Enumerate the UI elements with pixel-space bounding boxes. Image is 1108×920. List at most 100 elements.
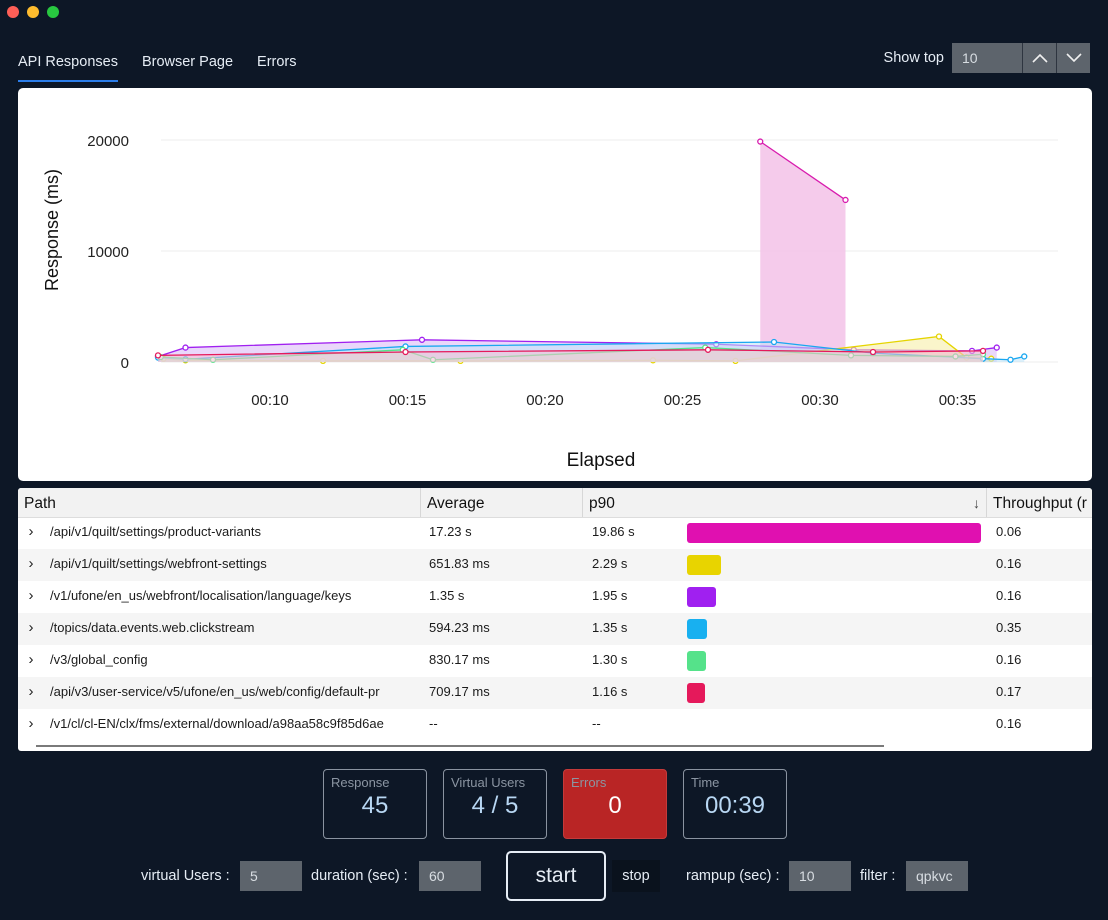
row-average: 830.17 ms — [429, 652, 490, 667]
stat-virtual-users: Virtual Users 4 / 5 — [443, 769, 547, 839]
duration-label: duration (sec) : — [311, 868, 408, 884]
p90-bar — [687, 619, 707, 639]
column-header-average[interactable]: Average — [420, 488, 582, 517]
table-row[interactable]: › /topics/data.events.web.clickstream 594.… — [18, 613, 1092, 645]
row-average: -- — [429, 716, 438, 731]
row-p90: 19.86 s — [592, 524, 635, 539]
table-row[interactable]: › /api/v3/user-service/v5/ufone/en_us/web… — [18, 677, 1092, 709]
row-path: /api/v3/user-service/v5/ufone/en_us/web/… — [50, 684, 380, 699]
zoom-window-button[interactable] — [47, 6, 59, 18]
x-tick-label: 00:35 — [939, 392, 977, 409]
x-axis-label: Elapsed — [567, 450, 636, 471]
row-throughput: 0.17 — [996, 684, 1022, 699]
data-point[interactable] — [993, 344, 1000, 351]
table-row[interactable]: › /v3/global_config 830.17 ms 1.30 s 0.16 — [18, 645, 1092, 677]
data-point[interactable] — [842, 196, 849, 204]
response-table: Path Average p90 ↓ Throughput (r › /api/v… — [18, 488, 1092, 751]
stat-errors-label: Errors — [571, 775, 607, 790]
stat-virtual-users-label: Virtual Users — [451, 775, 526, 790]
data-point[interactable] — [182, 344, 189, 351]
response-chart: 20000 10000 0 00:10 00:15 00:20 00:25 00:30 00:3… — [18, 88, 1092, 481]
row-path: /api/v1/quilt/settings/webfront-settings — [50, 556, 267, 571]
x-tick-label: 00:15 — [389, 392, 427, 409]
expand-row-chevron-icon[interactable]: › — [24, 517, 38, 547]
horizontal-scrollbar[interactable] — [36, 745, 884, 747]
stat-errors-value: 0 — [608, 792, 622, 819]
expand-row-chevron-icon[interactable]: › — [24, 581, 38, 611]
data-point[interactable] — [979, 347, 987, 355]
data-point[interactable] — [1007, 356, 1014, 363]
data-point[interactable] — [1021, 353, 1028, 360]
tab-api-responses[interactable]: API Responses — [18, 46, 118, 82]
row-throughput: 0.35 — [996, 620, 1022, 635]
data-point[interactable] — [402, 348, 409, 356]
tab-errors[interactable]: Errors — [257, 46, 296, 82]
p90-bar — [687, 651, 707, 671]
chevron-down-icon — [1065, 53, 1082, 63]
row-average: 651.83 ms — [429, 556, 490, 571]
x-tick-label: 00:10 — [251, 392, 289, 409]
column-header-throughput[interactable]: Throughput (r — [986, 488, 1092, 517]
tab-browser-page[interactable]: Browser Page — [142, 46, 233, 82]
minimize-window-button[interactable] — [27, 6, 39, 18]
row-p90: 2.29 s — [592, 556, 628, 571]
rampup-label: rampup (sec) : — [686, 868, 780, 884]
run-controls: virtual Users : duration (sec) : start s… — [0, 851, 1108, 901]
data-point[interactable] — [770, 338, 778, 346]
data-point[interactable] — [704, 346, 712, 353]
row-throughput: 0.16 — [996, 652, 1022, 667]
p90-bar — [687, 587, 716, 607]
window-controls — [7, 6, 59, 18]
p90-bar — [687, 683, 705, 703]
close-window-button[interactable] — [7, 6, 19, 18]
data-point[interactable] — [757, 138, 764, 145]
data-point[interactable] — [154, 352, 162, 359]
virtual-users-input[interactable] — [240, 861, 302, 891]
data-point[interactable] — [935, 333, 943, 340]
response-chart-svg: 20000 10000 0 00:10 00:15 00:20 00:25 00:30 00:3… — [42, 133, 1058, 471]
x-tick-label: 00:30 — [801, 392, 839, 409]
decrement-button[interactable] — [1056, 43, 1090, 73]
row-path: /topics/data.events.web.clickstream — [50, 620, 255, 635]
row-path: /api/v1/quilt/settings/product-variants — [50, 524, 261, 539]
increment-button[interactable] — [1022, 43, 1056, 73]
start-button[interactable]: start — [506, 851, 606, 901]
chevron-up-icon — [1031, 53, 1048, 63]
row-p90: 1.35 s — [592, 620, 628, 635]
rampup-input[interactable] — [789, 861, 851, 891]
expand-row-chevron-icon[interactable]: › — [24, 613, 38, 643]
column-header-p90-label: p90 — [589, 495, 615, 512]
table-row[interactable]: › /api/v1/quilt/settings/webfront-setting… — [18, 549, 1092, 581]
filter-label: filter : — [860, 868, 896, 884]
stat-time-label: Time — [691, 775, 720, 790]
row-path: /v1/ufone/en_us/webfront/localisation/la… — [50, 588, 352, 603]
stat-time: Time 00:39 — [683, 769, 787, 839]
stats-bar: Response 45 Virtual Users 4 / 5 Errors 0… — [323, 769, 787, 839]
stop-button[interactable]: stop — [612, 860, 660, 892]
sort-descending-icon: ↓ — [973, 495, 980, 511]
data-point[interactable] — [869, 348, 877, 356]
table-row[interactable]: › /v1/ufone/en_us/webfront/localisation/l… — [18, 581, 1092, 613]
y-tick-label: 20000 — [87, 133, 129, 150]
row-throughput: 0.16 — [996, 556, 1022, 571]
row-throughput: 0.16 — [996, 588, 1022, 603]
row-p90: 1.30 s — [592, 652, 628, 667]
duration-input[interactable] — [419, 861, 481, 891]
p90-bar — [687, 555, 721, 575]
stat-virtual-users-value: 4 / 5 — [471, 792, 519, 819]
table-row[interactable]: › /api/v1/quilt/settings/product-variants… — [18, 517, 1092, 549]
expand-row-chevron-icon[interactable]: › — [24, 709, 38, 739]
expand-row-chevron-icon[interactable]: › — [24, 645, 38, 675]
column-header-p90[interactable]: p90 ↓ — [582, 488, 986, 517]
show-top-input[interactable] — [952, 43, 1022, 73]
row-path: /v1/cl/cl-EN/clx/fms/external/download/a… — [50, 716, 384, 731]
table-row[interactable]: › /v1/cl/cl-EN/clx/fms/external/download/… — [18, 709, 1092, 741]
expand-row-chevron-icon[interactable]: › — [24, 549, 38, 579]
data-point[interactable] — [418, 336, 426, 343]
row-throughput: 0.16 — [996, 716, 1022, 731]
column-header-path[interactable]: Path — [18, 488, 420, 517]
row-average: 709.17 ms — [429, 684, 490, 699]
table-header: Path Average p90 ↓ Throughput (r — [18, 488, 1092, 518]
expand-row-chevron-icon[interactable]: › — [24, 677, 38, 707]
filter-input[interactable] — [906, 861, 968, 891]
